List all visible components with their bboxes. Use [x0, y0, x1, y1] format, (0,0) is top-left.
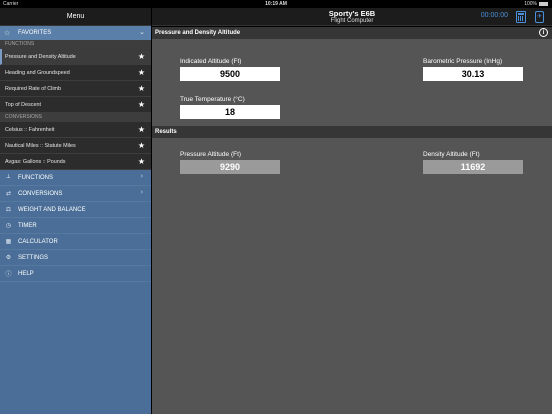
timer-icon: ◷ [5, 223, 12, 229]
menu-item-weight-balance[interactable]: ⚖ WEIGHT AND BALANCE [0, 202, 151, 218]
favorite-item-top-of-descent[interactable]: Top of Descent ★ [0, 97, 151, 113]
indicated-altitude-group: Indicated Altitude (Ft) 9500 [180, 58, 280, 81]
favorite-item-label: Celsius :: Fahrenheit [5, 126, 55, 133]
density-altitude-result: 11692 [423, 160, 523, 174]
favorite-item-label: Nautical Miles :: Statute Miles [5, 142, 76, 149]
barometric-pressure-group: Barometric Pressure (InHg) 30.13 [423, 58, 523, 81]
favorite-item-label: Required Rate of Climb [5, 85, 62, 92]
favorite-item-label: Heading and Groundspeed [5, 69, 70, 76]
calculator-title-bar: Pressure and Density Altitude i [152, 27, 552, 39]
help-icon: ⓘ [5, 272, 12, 278]
favorite-item-label: Avgas: Gallons :: Pounds [5, 158, 66, 165]
true-temperature-input[interactable]: 18 [180, 105, 280, 119]
favorite-item-heading-groundspeed[interactable]: Heading and Groundspeed ★ [0, 65, 151, 81]
results-title-bar: Results [152, 126, 552, 138]
menu-item-functions[interactable]: ⟂ FUNCTIONS › [0, 170, 151, 186]
weight-balance-icon: ⚖ [5, 207, 12, 213]
chevron-down-icon: ⌄ [139, 29, 145, 36]
favorites-section-functions: FUNCTIONS [0, 40, 151, 49]
true-temperature-group: True Temperature (°C) 18 [180, 96, 280, 119]
menu-item-label: FUNCTIONS [18, 174, 53, 181]
battery-indicator: 100% [524, 0, 548, 8]
battery-percent: 100% [524, 1, 537, 7]
favorite-item-nautical-statute-miles[interactable]: Nautical Miles :: Statute Miles ★ [0, 138, 151, 154]
pressure-altitude-label: Pressure Altitude (Ft) [180, 151, 242, 158]
favorite-item-rate-of-climb[interactable]: Required Rate of Climb ★ [0, 81, 151, 97]
menu-item-calculator[interactable]: ▦ CALCULATOR [0, 234, 151, 250]
favorites-toggle[interactable]: ☆ FAVORITES ⌄ [0, 26, 151, 40]
battery-icon [539, 2, 548, 6]
clock-time: 10:19 AM [265, 1, 287, 7]
sidebar: Menu ☆ FAVORITES ⌄ FUNCTIONS Pressure an… [0, 8, 151, 414]
calculator-icon: ▦ [5, 239, 12, 245]
density-altitude-group: Density Altitude (Ft) 11692 [423, 151, 523, 174]
indicated-altitude-label: Indicated Altitude (Ft) [180, 58, 242, 65]
menu-item-timer[interactable]: ◷ TIMER [0, 218, 151, 234]
settings-icon: ⚙ [5, 255, 12, 261]
menu-item-conversions[interactable]: ⇄ CONVERSIONS › [0, 186, 151, 202]
true-temperature-label: True Temperature (°C) [180, 96, 245, 103]
pressure-altitude-group: Pressure Altitude (Ft) 9290 [180, 151, 280, 174]
barometric-pressure-input[interactable]: 30.13 [423, 67, 523, 81]
calculator-title: Pressure and Density Altitude [155, 30, 241, 36]
star-icon[interactable]: ★ [138, 52, 145, 62]
functions-icon: ⟂ [6, 174, 11, 180]
favorite-item-avgas-gallons-pounds[interactable]: Avgas: Gallons :: Pounds ★ [0, 154, 151, 170]
density-altitude-label: Density Altitude (Ft) [423, 151, 480, 158]
chevron-right-icon: › [140, 189, 143, 196]
menu-item-label: CONVERSIONS [18, 190, 63, 197]
status-bar: Carrier 10:19 AM 100% [0, 0, 552, 8]
favorites-label: FAVORITES [18, 30, 52, 36]
menu-item-help[interactable]: ⓘ HELP [0, 266, 151, 282]
menu-item-label: TIMER [18, 222, 37, 229]
favorite-item-label: Top of Descent [5, 101, 41, 108]
star-icon[interactable]: ★ [138, 84, 145, 94]
sidebar-title: Menu [0, 8, 151, 26]
star-icon[interactable]: ★ [138, 141, 145, 151]
app-header: Sporty's E6B Flight Computer 00:00:00 ✈ [152, 8, 552, 26]
main-content: Pressure and Density Altitude i Indicate… [152, 27, 552, 414]
barometric-pressure-label: Barometric Pressure (InHg) [423, 58, 503, 65]
indicated-altitude-input[interactable]: 9500 [180, 67, 280, 81]
menu-item-settings[interactable]: ⚙ SETTINGS [0, 250, 151, 266]
chevron-right-icon: › [140, 173, 143, 180]
menu-item-label: WEIGHT AND BALANCE [18, 206, 86, 213]
star-outline-icon: ☆ [4, 30, 11, 37]
star-icon[interactable]: ★ [138, 157, 145, 167]
conversions-icon: ⇄ [5, 191, 12, 197]
aircraft-icon[interactable]: ✈ [535, 11, 544, 23]
calculator-icon[interactable] [516, 11, 526, 23]
favorite-item-pressure-density-altitude[interactable]: Pressure and Density Altitude ★ [0, 49, 151, 65]
menu-item-label: CALCULATOR [18, 238, 58, 245]
star-icon[interactable]: ★ [138, 125, 145, 135]
star-icon[interactable]: ★ [138, 68, 145, 78]
timer-display[interactable]: 00:00:00 [481, 12, 508, 19]
favorite-item-celsius-fahrenheit[interactable]: Celsius :: Fahrenheit ★ [0, 122, 151, 138]
star-icon[interactable]: ★ [138, 100, 145, 110]
menu-item-label: HELP [18, 270, 34, 277]
favorites-section-conversions: CONVERSIONS [0, 113, 151, 122]
menu-item-label: SETTINGS [18, 254, 49, 261]
results-title: Results [155, 129, 177, 135]
pressure-altitude-result: 9290 [180, 160, 280, 174]
info-icon[interactable]: i [539, 28, 548, 37]
favorite-item-label: Pressure and Density Altitude [5, 53, 76, 60]
